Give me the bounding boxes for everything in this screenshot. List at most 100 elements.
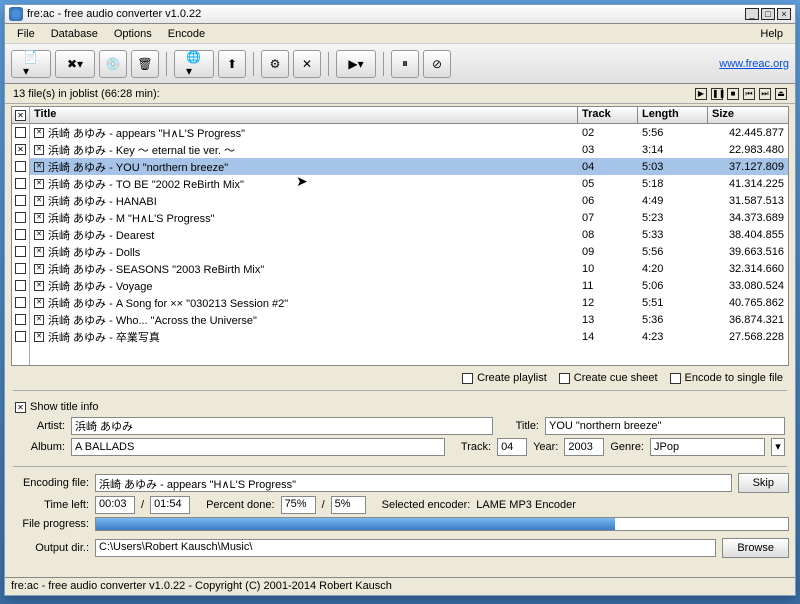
create-cue-option[interactable]: Create cue sheet (559, 372, 658, 384)
player-next-icon[interactable]: ⏭ (759, 88, 771, 100)
row-title: 浜崎 あゆみ - appears "H∧L'S Progress" (48, 125, 245, 141)
window-title: fre:ac - free audio converter v1.0.22 (27, 8, 745, 20)
output-field[interactable]: C:\Users\Robert Kausch\Music\ (95, 539, 716, 557)
menu-help[interactable]: Help (752, 26, 791, 42)
pause-button[interactable]: ⏸ (391, 50, 419, 78)
genre-dropdown-icon[interactable]: ▾ (771, 438, 785, 456)
minimize-button[interactable]: _ (745, 8, 759, 20)
menu-options[interactable]: Options (106, 26, 160, 42)
website-link[interactable]: www.freac.org (719, 58, 789, 70)
checkbox-header[interactable] (15, 110, 26, 121)
track-label: Track: (451, 441, 491, 453)
table-row[interactable]: ✕浜崎 あゆみ - HANABI064:4931.587.513 (30, 192, 788, 209)
player-pause-icon[interactable]: ❚❚ (711, 88, 723, 100)
row-checkbox[interactable] (15, 229, 26, 240)
remove-all-button[interactable]: 🗑 (131, 50, 159, 78)
row-length: 5:06 (638, 280, 708, 292)
row-checkbox[interactable] (15, 263, 26, 274)
row-size: 36.874.321 (708, 314, 788, 326)
maximize-button[interactable]: □ (761, 8, 775, 20)
row-size: 33.080.524 (708, 280, 788, 292)
col-track[interactable]: Track (578, 107, 638, 123)
row-checkbox[interactable] (15, 212, 26, 223)
row-checkbox[interactable] (15, 144, 26, 155)
row-icon: ✕ (34, 298, 44, 308)
table-row[interactable]: ✕浜崎 あゆみ - Who... "Across the Universe"13… (30, 311, 788, 328)
table-row[interactable]: ✕浜崎 あゆみ - Dearest085:3338.404.855 (30, 226, 788, 243)
table-row[interactable]: ✕浜崎 あゆみ - Key 〜 eternal tie ver. 〜033:14… (30, 141, 788, 158)
show-titleinfo-checkbox[interactable] (15, 402, 26, 413)
row-track: 05 (578, 178, 638, 190)
row-checkbox[interactable] (15, 297, 26, 308)
table-row[interactable]: ✕浜崎 あゆみ - Voyage115:0633.080.524 (30, 277, 788, 294)
col-title[interactable]: Title (30, 107, 578, 123)
row-size: 38.404.855 (708, 229, 788, 241)
time-elapsed: 00:03 (95, 496, 135, 514)
time-label: Time left: (11, 499, 89, 511)
row-track: 02 (578, 127, 638, 139)
row-checkbox[interactable] (15, 161, 26, 172)
encode-single-option[interactable]: Encode to single file (670, 372, 783, 384)
close-button[interactable]: × (777, 8, 791, 20)
row-track: 14 (578, 331, 638, 343)
row-icon: ✕ (34, 213, 44, 223)
row-icon: ✕ (34, 247, 44, 257)
row-icon: ✕ (34, 145, 44, 155)
player-play-icon[interactable]: ▶ (695, 88, 707, 100)
row-checkbox[interactable] (15, 280, 26, 291)
titlebar: fre:ac - free audio converter v1.0.22 _ … (5, 5, 795, 24)
row-checkbox[interactable] (15, 314, 26, 325)
remove-file-button[interactable]: ✖▾ (55, 50, 95, 78)
row-track: 10 (578, 263, 638, 275)
settings-button[interactable]: ⚙ (261, 50, 289, 78)
genre-field[interactable] (650, 438, 765, 456)
stop-button[interactable]: ⊘ (423, 50, 451, 78)
artist-field[interactable] (71, 417, 493, 435)
player-eject-icon[interactable]: ⏏ (775, 88, 787, 100)
table-row[interactable]: ✕浜崎 あゆみ - SEASONS "2003 ReBirth Mix"104:… (30, 260, 788, 277)
row-checkbox[interactable] (15, 246, 26, 257)
row-title: 浜崎 あゆみ - Dearest (48, 227, 154, 243)
submit-cddb-button[interactable]: ⬆ (218, 50, 246, 78)
row-checkbox[interactable] (15, 195, 26, 206)
table-row[interactable]: ✕浜崎 あゆみ - appears "H∧L'S Progress"025:56… (30, 124, 788, 141)
row-checkbox[interactable] (15, 331, 26, 342)
create-playlist-option[interactable]: Create playlist (462, 372, 547, 384)
col-length[interactable]: Length (638, 107, 708, 123)
cddb-button[interactable]: 🌐▾ (174, 50, 214, 78)
row-title: 浜崎 あゆみ - Dolls (48, 244, 140, 260)
player-stop-icon[interactable]: ■ (727, 88, 739, 100)
table-row[interactable]: ✕浜崎 あゆみ - YOU "northern breeze"045:0337.… (30, 158, 788, 175)
menu-database[interactable]: Database (43, 26, 106, 42)
menu-file[interactable]: File (9, 26, 43, 42)
play-button[interactable]: ▶▾ (336, 50, 376, 78)
table-row[interactable]: ✕浜崎 あゆみ - 卒業写真144:2327.568.228 (30, 328, 788, 345)
row-icon: ✕ (34, 128, 44, 138)
title-field[interactable] (545, 417, 785, 435)
row-size: 31.587.513 (708, 195, 788, 207)
row-size: 37.127.809 (708, 161, 788, 173)
row-checkbox[interactable] (15, 127, 26, 138)
joblist[interactable]: Title Track Length Size ✕ 浜崎 あゆみ - appear… (11, 106, 789, 366)
track-field[interactable] (497, 438, 527, 456)
table-row[interactable]: ✕浜崎 あゆみ - A Song for ×× "030213 Session … (30, 294, 788, 311)
table-row[interactable]: ✕浜崎 あゆみ - Dolls095:5639.663.516 (30, 243, 788, 260)
row-checkbox[interactable] (15, 178, 26, 189)
output-label: Output dir.: (11, 542, 89, 554)
menu-encode[interactable]: Encode (160, 26, 213, 42)
row-length: 5:56 (638, 246, 708, 258)
settings2-button[interactable]: ✕ (293, 50, 321, 78)
add-file-button[interactable]: 📄▾ (11, 50, 51, 78)
menubar: File Database Options Encode Help (5, 24, 795, 44)
col-size[interactable]: Size (708, 107, 788, 123)
album-field[interactable] (71, 438, 445, 456)
skip-button[interactable]: Skip (738, 473, 789, 493)
fileprog-label: File progress: (11, 518, 89, 530)
browse-button[interactable]: Browse (722, 538, 789, 558)
table-row[interactable]: ✕浜崎 あゆみ - M "H∧L'S Progress"075:2334.373… (30, 209, 788, 226)
player-prev-icon[interactable]: ⏮ (743, 88, 755, 100)
add-cd-button[interactable]: 💿 (99, 50, 127, 78)
percent-label: Percent done: (206, 499, 275, 511)
table-row[interactable]: ✕浜崎 あゆみ - TO BE "2002 ReBirth Mix"055:18… (30, 175, 788, 192)
year-field[interactable] (564, 438, 604, 456)
